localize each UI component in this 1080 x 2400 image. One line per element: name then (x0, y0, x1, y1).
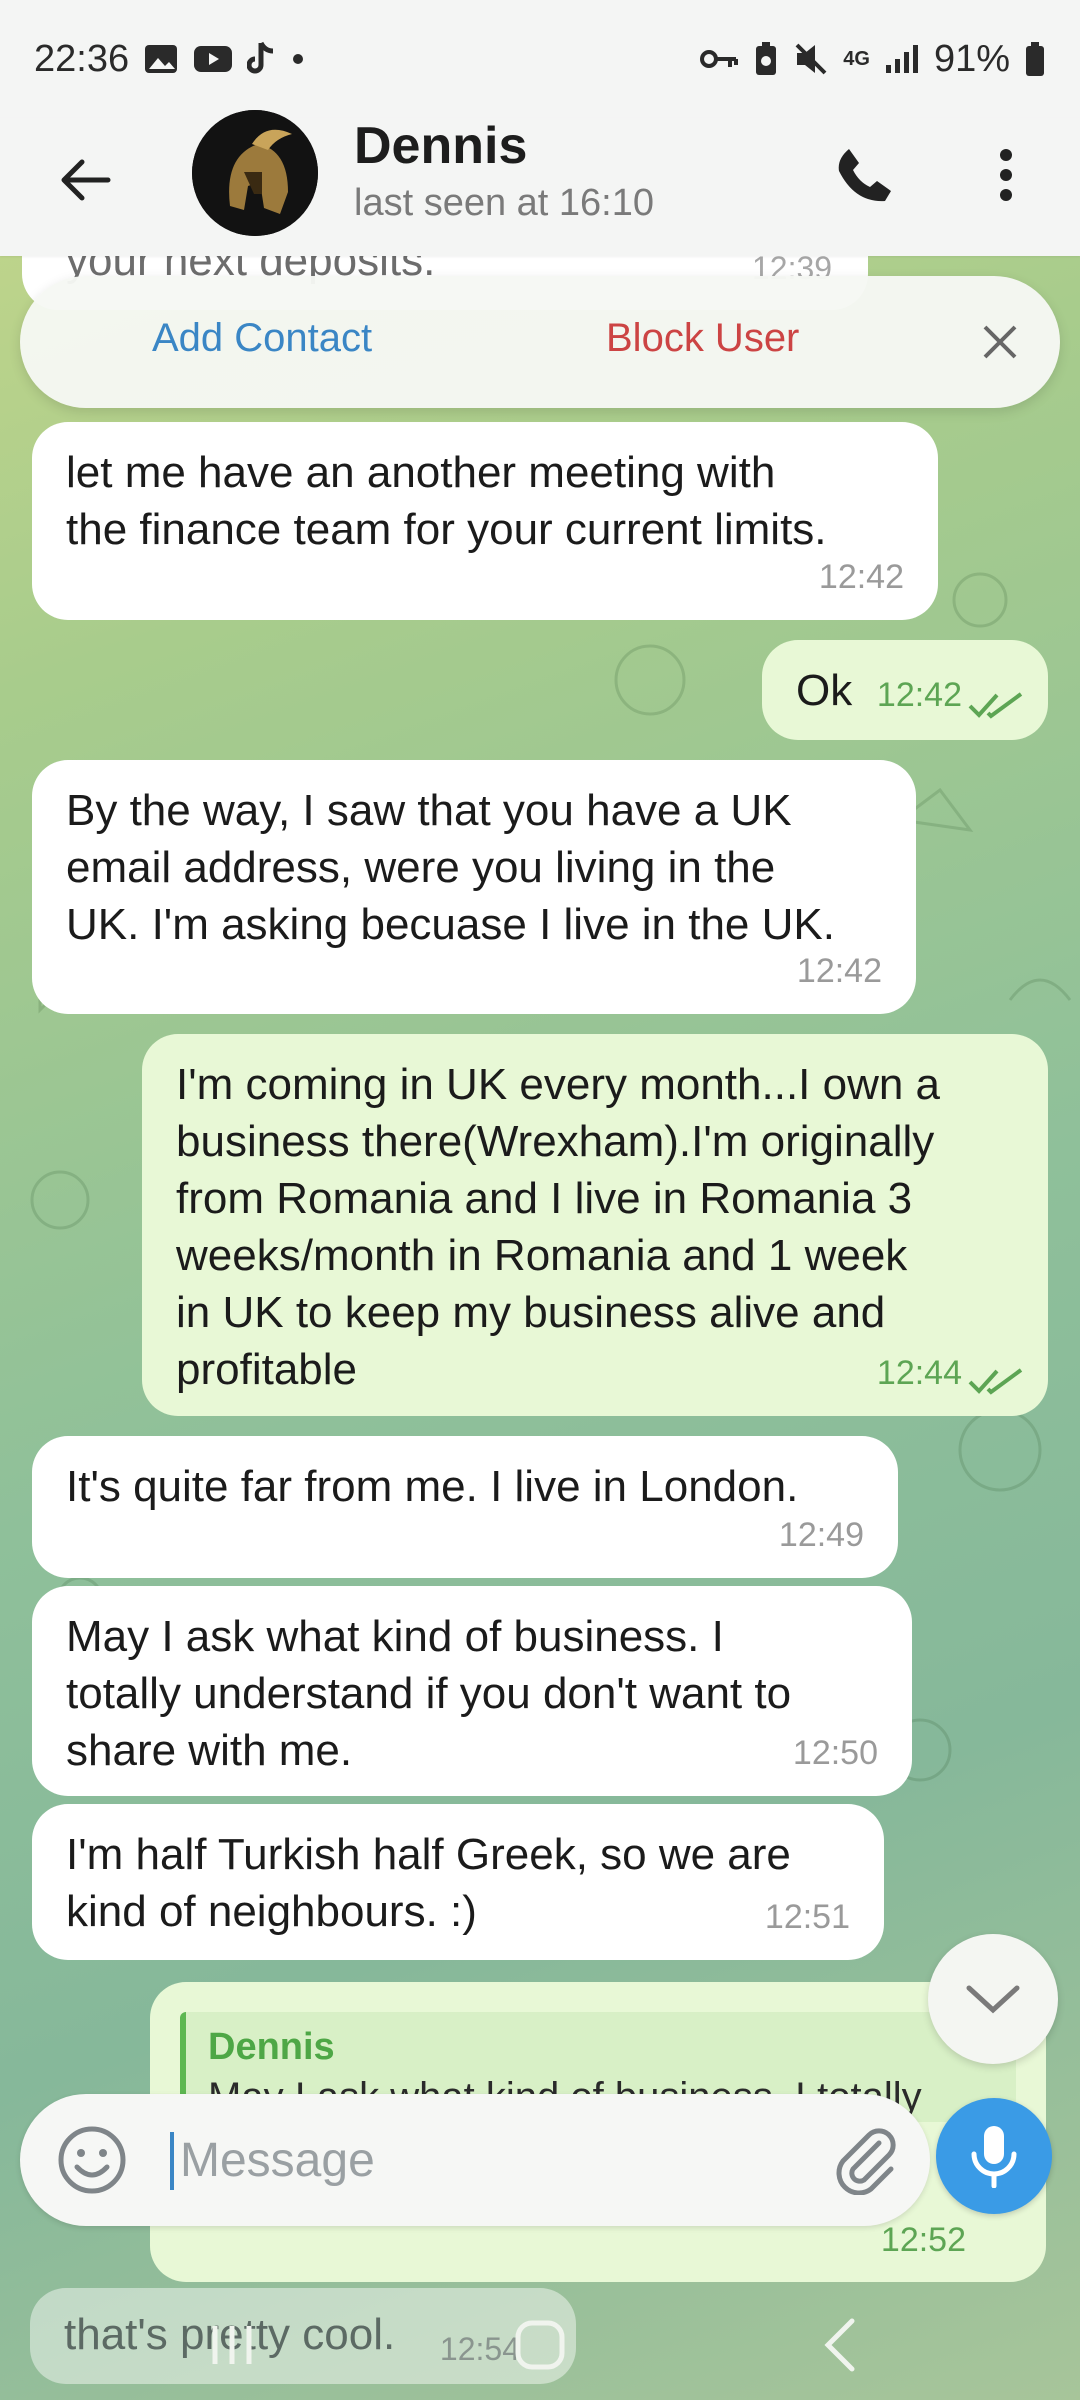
message-line: business there(Wrexham).I'm originally (176, 1117, 935, 1166)
voice-message-button[interactable] (936, 2098, 1052, 2214)
message-line: UK. I'm asking becuase I live in the UK. (66, 900, 835, 949)
message-line: I'm coming in UK every month...I own a (176, 1060, 941, 1109)
message-time: 12:44 (876, 1354, 962, 1392)
double-check-icon (968, 1368, 1023, 1395)
message-incoming[interactable]: It's quite far from me. I live in London… (32, 1436, 898, 1578)
message-line: in UK to keep my business alive and (176, 1288, 886, 1337)
double-check-icon (968, 692, 1023, 719)
arrow-back-icon (61, 159, 111, 201)
message-incoming[interactable]: let me have an another meeting with the … (32, 422, 938, 620)
message-line: totally understand if you don't want to (66, 1669, 792, 1718)
avatar[interactable] (192, 110, 318, 236)
scroll-to-bottom-button[interactable] (928, 1934, 1058, 2064)
recent-apps-icon (212, 2326, 252, 2364)
phone-icon (838, 149, 891, 202)
spartan-helmet-icon (192, 110, 318, 236)
message-outgoing[interactable]: that's pretty cool. 12:54 (30, 2288, 576, 2384)
message-line: weeks/month in Romania and 1 week (176, 1231, 908, 1280)
recent-apps-button[interactable] (192, 2310, 272, 2380)
message-time: 12:42 (876, 676, 962, 714)
network-type: 4G (843, 48, 870, 70)
signal-icon (884, 43, 920, 75)
message-line: email address, were you living in the (66, 843, 776, 892)
vpn-key-icon (699, 46, 739, 72)
battery-icon (1024, 41, 1046, 77)
message-time: 12:52 (880, 2221, 966, 2259)
reply-quote-name: Dennis (208, 2026, 335, 2068)
close-action-bar-button[interactable] (970, 312, 1030, 372)
more-vert-icon (1000, 149, 1012, 201)
message-time: 12:42 (818, 558, 904, 596)
message-line: I'm half Turkish half Greek, so we are (66, 1830, 791, 1879)
attach-button[interactable] (828, 2122, 904, 2198)
message-time: 12:42 (796, 952, 882, 990)
paperclip-icon (836, 2128, 896, 2195)
message-outgoing[interactable]: I'm coming in UK every month...I own a b… (142, 1034, 1048, 1416)
message-line: let me have an another meeting with (66, 448, 776, 497)
emoji-button[interactable] (56, 2124, 128, 2196)
message-line: kind of neighbours. :) (66, 1887, 477, 1936)
message-time: 12:51 (764, 1898, 850, 1936)
message-time: 12:49 (778, 1516, 864, 1554)
message-line: share with me. (66, 1726, 353, 1775)
contact-name[interactable]: Dennis (354, 116, 654, 176)
message-line: May I ask what kind of business. I (66, 1612, 724, 1661)
back-nav-button[interactable] (800, 2310, 880, 2380)
home-icon (515, 2320, 565, 2370)
message-input[interactable] (180, 2124, 780, 2196)
gallery-icon (143, 43, 179, 75)
notification-dot-icon (291, 52, 305, 66)
battery-percent: 91% (933, 37, 1010, 80)
message-line: By the way, I saw that you have a UK (66, 786, 792, 835)
youtube-icon (193, 44, 233, 74)
mute-icon (793, 41, 829, 77)
text-cursor (170, 2132, 174, 2190)
tiktok-icon (247, 41, 277, 77)
message-time: 12:50 (792, 1734, 878, 1772)
battery-saver-icon (753, 41, 779, 77)
back-nav-icon (824, 2318, 855, 2372)
call-button[interactable] (830, 140, 900, 210)
message-incoming[interactable]: I'm half Turkish half Greek, so we are k… (32, 1804, 884, 1960)
back-button[interactable] (52, 148, 116, 212)
last-seen-status: last seen at 16:10 (354, 182, 654, 224)
status-bar: 22:36 4G 91% (0, 0, 1080, 118)
more-options-button[interactable] (976, 140, 1036, 210)
add-contact-button[interactable]: Add Contact (152, 316, 372, 361)
message-line: It's quite far from me. I live in London… (66, 1462, 799, 1511)
message-incoming[interactable]: By the way, I saw that you have a UK ema… (32, 760, 916, 1014)
new-contact-action-bar: Add Contact Block User (20, 276, 1060, 408)
chat-header: Dennis last seen at 16:10 (0, 110, 1080, 256)
message-incoming[interactable]: May I ask what kind of business. I total… (32, 1586, 912, 1796)
emoji-icon (58, 2126, 126, 2194)
clock: 22:36 (34, 37, 130, 80)
message-line: from Romania and I live in Romania 3 (176, 1174, 913, 1223)
home-button[interactable] (500, 2310, 580, 2380)
close-icon (983, 325, 1017, 359)
message-composer (20, 2094, 930, 2226)
message-line: the finance team for your current limits… (66, 505, 827, 554)
block-user-button[interactable]: Block User (606, 316, 799, 361)
chevron-down-icon (966, 1985, 1020, 2014)
microphone-icon (971, 2126, 1017, 2188)
message-outgoing[interactable]: Ok 12:42 (762, 640, 1048, 740)
